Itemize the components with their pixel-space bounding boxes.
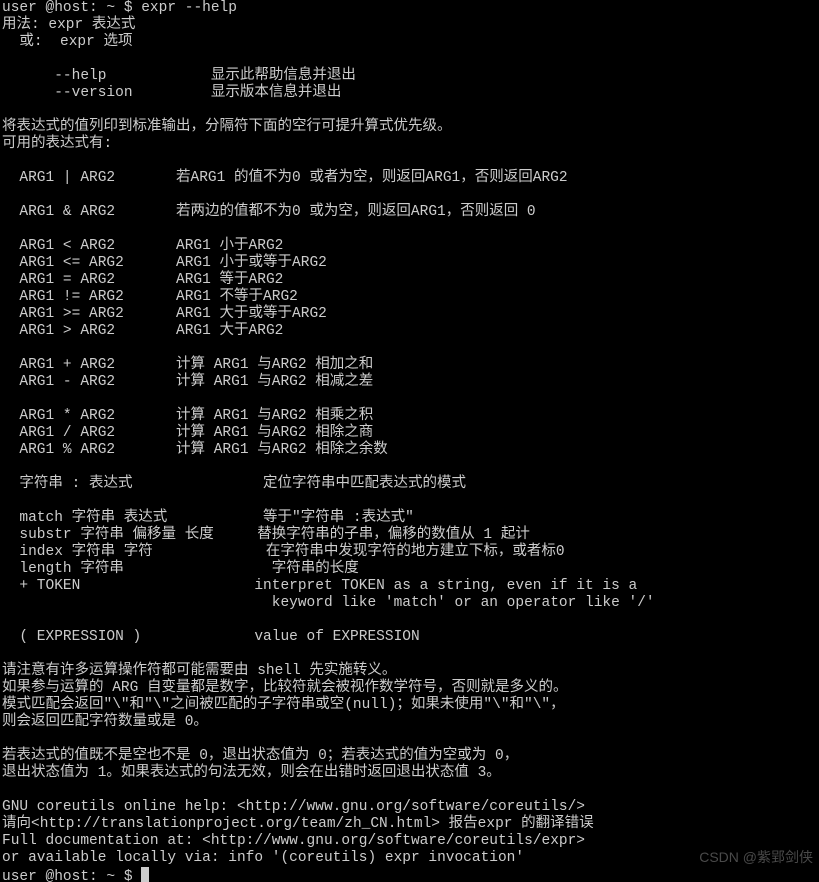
help-line: 或: expr 选项 [2, 34, 133, 50]
help-line: ARG1 | ARG2 若ARG1 的值不为0 或者为空，则返回ARG1，否则返… [2, 170, 568, 186]
help-line: ARG1 - ARG2 计算 ARG1 与ARG2 相减之差 [2, 374, 373, 390]
help-line: + TOKEN interpret TOKEN as a string, eve… [2, 578, 637, 594]
help-line: Full documentation at: <http://www.gnu.o… [2, 833, 585, 849]
help-line: keyword like 'match' or an operator like… [2, 595, 655, 611]
help-line: 若表达式的值既不是空也不是 0，退出状态值为 0；若表达式的值为空或为 0， [2, 748, 518, 764]
help-line: 用法: expr 表达式 [2, 17, 135, 33]
cursor-icon [141, 867, 149, 882]
help-line: length 字符串 字符串的长度 [2, 561, 359, 577]
help-line: ARG1 / ARG2 计算 ARG1 与ARG2 相除之商 [2, 425, 373, 441]
help-line: substr 字符串 偏移量 长度 替换字符串的子串，偏移的数值从 1 起计 [2, 527, 530, 543]
help-line: ARG1 + ARG2 计算 ARG1 与ARG2 相加之和 [2, 357, 373, 373]
help-line: 请注意有许多运算操作符都可能需要由 shell 先实施转义。 [2, 663, 396, 679]
prompt-line-2[interactable]: user @host: ~ $ [2, 869, 149, 882]
help-line: ARG1 & ARG2 若两边的值都不为0 或为空，则返回ARG1，否则返回 0 [2, 204, 536, 220]
help-line: match 字符串 表达式 等于"字符串 :表达式" [2, 510, 414, 526]
help-line: ARG1 <= ARG2 ARG1 小于或等于ARG2 [2, 255, 327, 271]
help-line: ARG1 * ARG2 计算 ARG1 与ARG2 相乘之积 [2, 408, 373, 424]
help-line: 请向<http://translationproject.org/team/zh… [2, 816, 594, 832]
help-line: 可用的表达式有: [2, 136, 112, 152]
help-line: 退出状态值为 1。如果表达式的句法无效，则会在出错时返回退出状态值 3。 [2, 765, 501, 781]
prompt-separator: : ~ $ [89, 869, 141, 882]
help-line: 则会返回匹配字符数量或是 0。 [2, 714, 208, 730]
help-line: index 字符串 字符 在字符串中发现字符的地方建立下标，或者标0 [2, 544, 565, 560]
help-line: ARG1 = ARG2 ARG1 等于ARG2 [2, 272, 283, 288]
help-line: ARG1 != ARG2 ARG1 不等于ARG2 [2, 289, 298, 305]
prompt-user: user @host [2, 0, 89, 16]
help-line: ARG1 >= ARG2 ARG1 大于或等于ARG2 [2, 306, 327, 322]
command-text: expr --help [141, 0, 237, 16]
help-line: ARG1 % ARG2 计算 ARG1 与ARG2 相除之余数 [2, 442, 388, 458]
help-line: ARG1 > ARG2 ARG1 大于ARG2 [2, 323, 283, 339]
prompt-line-1: user @host: ~ $ expr --help [2, 0, 237, 16]
help-line: ( EXPRESSION ) value of EXPRESSION [2, 629, 420, 645]
prompt-user: user @host [2, 869, 89, 882]
help-line: ARG1 < ARG2 ARG1 小于ARG2 [2, 238, 283, 254]
terminal-output[interactable]: user @host: ~ $ expr --help 用法: expr 表达式… [0, 0, 819, 882]
help-line: --help 显示此帮助信息并退出 [2, 68, 356, 84]
help-line: 模式匹配会返回"\"和"\"之间被匹配的子字符串或空(null)；如果未使用"\… [2, 697, 565, 713]
help-line: or available locally via: info '(coreuti… [2, 850, 524, 866]
help-line: 字符串 : 表达式 定位字符串中匹配表达式的模式 [2, 476, 466, 492]
help-line: --version 显示版本信息并退出 [2, 85, 341, 101]
prompt-separator: : ~ $ [89, 0, 141, 16]
help-line: 将表达式的值列印到标准输出，分隔符下面的空行可提升算式优先级。 [2, 119, 452, 135]
help-line: 如果参与运算的 ARG 自变量都是数字，比较符就会被视作数学符号，否则就是多义的… [2, 680, 568, 696]
help-line: GNU coreutils online help: <http://www.g… [2, 799, 585, 815]
